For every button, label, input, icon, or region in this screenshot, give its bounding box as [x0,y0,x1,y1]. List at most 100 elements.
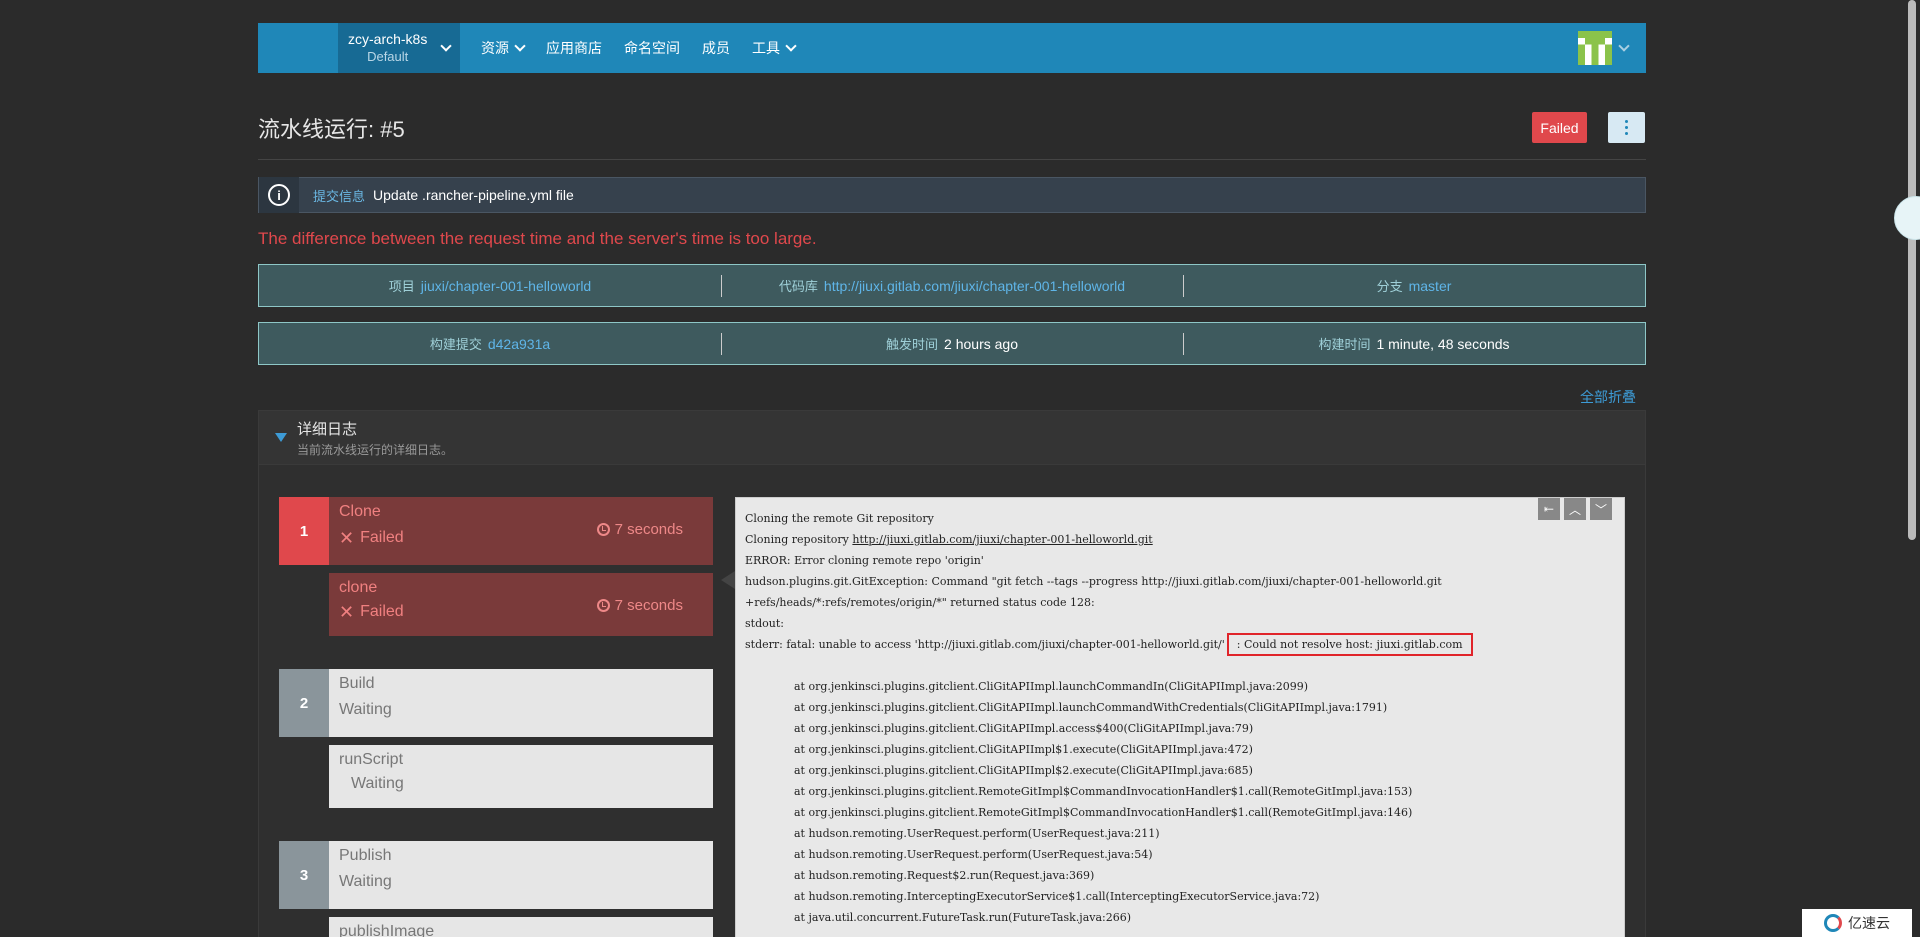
watermark-text: 亿速云 [1848,915,1890,931]
log-line: at org.jenkinsci.plugins.gitclient.CliGi… [794,764,1253,777]
log-line: at java.util.concurrent.FutureTask.run(F… [794,911,1132,924]
meta-label: 构建提交 [429,337,482,352]
avatar [1578,31,1612,65]
clock-icon [596,599,610,612]
log-panel-header[interactable]: 详细日志 当前流水线运行的详细日志。 [259,411,1645,465]
step-runscript[interactable]: runScript Waiting [329,745,713,808]
repo-url-link[interactable]: http://jiuxi.gitlab.com/jiuxi/chapter-00… [852,533,1152,546]
log-line: stdout: [745,617,784,630]
clock-icon [596,523,610,536]
stage-status: Waiting [339,701,392,718]
console-controls: ⇤ ︿ ﹀ [1538,498,1612,520]
log-line: at hudson.remoting.UserRequest.perform(U… [794,827,1160,840]
log-line: at org.jenkinsci.plugins.gitclient.CliGi… [794,701,1388,714]
stage-number: 3 [279,841,329,909]
project-link[interactable]: jiuxi/chapter-001-helloworld [421,278,591,294]
stage-body: Publish Waiting [329,841,713,909]
log-line: at org.jenkinsci.plugins.gitclient.Remot… [794,785,1413,798]
info-icon: i [259,177,299,213]
chevron-up-icon[interactable]: ︿ [1564,498,1586,520]
stage-status: Failed [360,529,404,546]
log-line: at org.jenkinsci.plugins.gitclient.CliGi… [794,680,1309,693]
step-duration: 7 seconds [614,597,683,614]
step-name: clone [339,579,378,596]
page-title: 流水线运行: #5 [258,117,405,142]
x-icon: ✕ [339,528,355,548]
meta-label: 代码库 [778,279,818,294]
watermark: 亿速云 [1802,909,1912,937]
collapse-all-link[interactable]: 全部折叠 [1580,387,1636,407]
log-console[interactable]: ⇤ ︿ ﹀ Cloning the remote Git repository … [735,497,1625,937]
chevron-down-icon [440,40,452,52]
step-clone[interactable]: clone ✕ Failed 7 seconds [329,573,713,636]
stderr-text: stderr: fatal: unable to access 'http://… [745,638,1225,651]
log-line: +refs/heads/*:refs/remotes/origin/*" ret… [745,596,1095,609]
nav-label: 资源 [481,40,509,56]
nav-label: 成员 [702,40,730,56]
stage-status: Waiting [339,873,392,890]
meta-trigger-time: 触发时间 2 hours ago [721,323,1183,364]
nav-app-store[interactable]: 应用商店 [535,23,613,73]
step-name: publishImage [339,923,435,937]
scrollbar-thumb[interactable] [1908,0,1916,540]
cluster-selector[interactable]: zcy-arch-k8s Default [338,23,460,73]
stage-name: Build [339,675,375,692]
chevron-down-icon [785,40,797,52]
stage-name: Clone [339,503,381,520]
step-status: Failed [360,603,404,620]
build-info-row: 构建提交 d42a931a 触发时间 2 hours ago 构建时间 1 mi… [258,322,1646,365]
log-line: at hudson.remoting.InterceptingExecutorS… [794,890,1320,903]
meta-label: 项目 [388,279,415,294]
stage-publish[interactable]: 3 Publish Waiting [279,841,713,909]
meta-project: 项目 jiuxi/chapter-001-helloworld [259,265,721,306]
dot-icon [1625,126,1628,129]
main-nav: 资源 应用商店 命名空间 成员 工具 [470,23,806,73]
branch-link[interactable]: master [1409,278,1452,294]
commit-link[interactable]: d42a931a [488,336,550,352]
meta-label: 构建时间 [1318,337,1371,352]
log-line: at hudson.remoting.Request$2.run(Request… [794,869,1095,882]
repository-link[interactable]: http://jiuxi.gitlab.com/jiuxi/chapter-00… [824,278,1125,294]
stage-name: Publish [339,847,392,864]
nav-label: 命名空间 [624,40,680,56]
scroll-top-icon[interactable]: ⇤ [1538,498,1560,520]
nav-members[interactable]: 成员 [691,23,741,73]
meta-branch: 分支 master [1183,265,1645,306]
stage-body: Clone ✕ Failed 7 seconds [329,497,713,565]
watermark-logo-icon [1824,914,1842,932]
stage-duration: 7 seconds [614,521,683,538]
chevron-down-icon [1618,40,1630,52]
nav-label: 工具 [752,40,780,56]
cluster-project: Default [367,49,409,64]
dot-icon [1625,132,1628,135]
log-line: at org.jenkinsci.plugins.gitclient.CliGi… [794,743,1253,756]
log-line: Cloning the remote Git repository [745,512,934,525]
log-panel: 详细日志 当前流水线运行的详细日志。 1 Clone ✕ Failed 7 sec… [258,410,1646,937]
stage-body: Build Waiting [329,669,713,737]
nav-tools[interactable]: 工具 [741,23,806,73]
floating-widget-icon[interactable] [1894,196,1920,240]
meta-repository: 代码库 http://jiuxi.gitlab.com/jiuxi/chapte… [721,265,1183,306]
log-line: stderr: fatal: unable to access 'http://… [745,633,1615,656]
dot-icon [1625,120,1628,123]
repo-info-row: 项目 jiuxi/chapter-001-helloworld 代码库 http… [258,264,1646,307]
log-line: at hudson.remoting.UserRequest.perform(U… [794,848,1153,861]
meta-label: 分支 [1376,279,1403,294]
stage-build[interactable]: 2 Build Waiting [279,669,713,737]
trigger-time-value: 2 hours ago [944,335,1018,352]
stage-clone[interactable]: 1 Clone ✕ Failed 7 seconds [279,497,713,565]
nav-namespaces[interactable]: 命名空间 [613,23,691,73]
x-icon: ✕ [339,602,355,622]
more-actions-button[interactable] [1608,112,1645,143]
step-publishimage[interactable]: publishImage [329,917,713,937]
user-menu[interactable] [1578,31,1630,65]
nav-resources[interactable]: 资源 [470,23,535,73]
chevron-down-icon[interactable]: ﹀ [1590,498,1612,520]
active-pointer-icon [721,571,735,589]
status-badge: Failed [1532,112,1587,143]
page-scrollbar[interactable] [1903,0,1920,937]
log-line: Cloning repository http://jiuxi.gitlab.c… [745,533,1153,546]
commit-info-bar: i 提交信息 Update .rancher-pipeline.yml file [258,177,1646,213]
meta-label: 触发时间 [886,337,939,352]
